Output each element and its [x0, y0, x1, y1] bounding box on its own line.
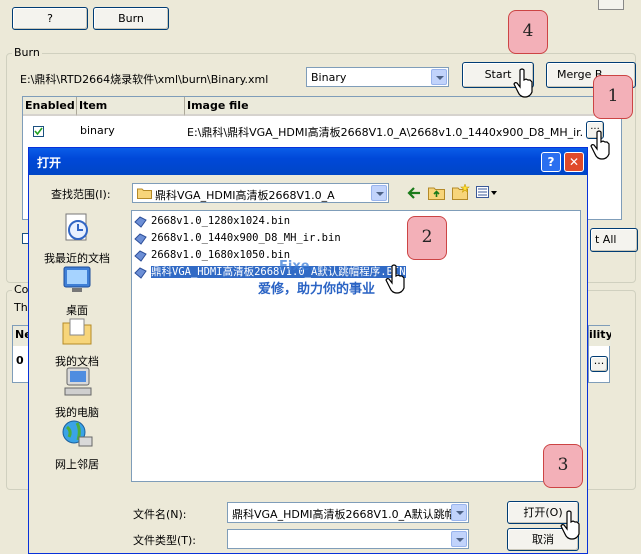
bin-file-icon: [134, 250, 147, 262]
binary-select-value: Binary: [311, 71, 347, 84]
question-button[interactable]: ?: [12, 7, 88, 30]
xml-path: E:\鼎科\RTD2664烧录软件\xml\burn\Binary.xml: [20, 73, 269, 86]
places-my-computer[interactable]: 我的电脑: [29, 366, 125, 420]
dialog-title: 打开: [37, 156, 62, 170]
chevron-down-icon[interactable]: [371, 185, 387, 201]
file-list: 2668v1.0_1280x1024.bin 2668v1.0_1440x900…: [131, 210, 581, 482]
lookin-value: 鼎科VGA_HDMI高清板2668V1.0_A: [155, 189, 335, 202]
places-my-documents[interactable]: 我的文档: [29, 315, 125, 369]
file-item[interactable]: 2668v1.0_1280x1024.bin: [132, 214, 290, 230]
config-col-ility: ility: [589, 326, 611, 346]
chevron-down-icon[interactable]: [431, 69, 447, 85]
step-badge-4: 4: [508, 10, 548, 54]
step-badge-2: 2: [407, 216, 447, 260]
table-row-item: binary: [80, 124, 115, 137]
chevron-down-icon[interactable]: [451, 531, 467, 547]
desktop-icon: [63, 266, 91, 292]
my-computer-icon: [64, 367, 92, 396]
scroll-button[interactable]: [598, 0, 624, 10]
file-name: 2668v1.0_1280x1024.bin: [151, 215, 291, 227]
burn-group-label: Burn: [12, 46, 42, 59]
network-places-icon: [62, 420, 93, 447]
filename-input[interactable]: 鼎科VGA_HDMI高清板2668V1.0_A默认跳帽程: [227, 502, 469, 523]
back-icon[interactable]: [406, 186, 422, 200]
my-documents-icon: [62, 318, 92, 345]
hand-cursor-icon: [560, 510, 580, 540]
filetype-label: 文件类型(T):: [133, 534, 197, 547]
new-folder-icon[interactable]: [452, 184, 470, 200]
bin-file-icon: [134, 267, 147, 279]
view-menu-icon[interactable]: [476, 186, 498, 199]
places-desktop[interactable]: 桌面: [29, 264, 125, 318]
folder-icon: [137, 188, 152, 199]
step-badge-1: 1: [593, 75, 633, 119]
file-item[interactable]: 2668v1.0_1680x1050.bin: [132, 248, 290, 264]
watermark-slogan: 爱修，助力你的事业: [258, 282, 376, 297]
filename-value: 鼎科VGA_HDMI高清板2668V1.0_A默认跳帽程: [232, 508, 467, 521]
places-network-label: 网上邻居: [55, 458, 99, 471]
config-row-zero: 0: [16, 354, 24, 367]
open-file-dialog: 打开 ? ✕ 查找范围(I): 鼎科VGA_HDMI高清板2668V1.0_A …: [28, 147, 588, 554]
col-image-file[interactable]: Image file: [185, 97, 623, 116]
places-recent[interactable]: 我最近的文档: [29, 212, 125, 266]
table-row-image: E:\鼎科\鼎科VGA_HDMI高清板2668V1.0_A\2668v1.0_1…: [187, 126, 583, 139]
chevron-down-icon[interactable]: [451, 504, 467, 521]
select-all-button[interactable]: t All: [590, 228, 638, 252]
filetype-select[interactable]: [227, 529, 469, 549]
config-table-right: ility ...: [588, 325, 611, 383]
file-name: 2668v1.0_1440x900_D8_MH_ir.bin: [151, 232, 341, 244]
check-icon: [34, 127, 43, 136]
file-item[interactable]: 2668v1.0_1440x900_D8_MH_ir.bin: [132, 231, 341, 247]
help-button[interactable]: ?: [541, 152, 561, 172]
bin-file-icon: [134, 233, 147, 245]
places-network[interactable]: 网上邻居: [29, 418, 125, 472]
dialog-titlebar: 打开 ? ✕: [29, 148, 587, 175]
up-folder-icon[interactable]: [428, 185, 446, 200]
config-browse-button[interactable]: ...: [590, 355, 608, 372]
config-text: Th: [14, 301, 28, 314]
burn-button[interactable]: Burn: [93, 7, 169, 30]
bin-file-icon: [134, 216, 147, 228]
watermark-logo: Fixe...: [279, 259, 325, 274]
hand-cursor-icon: [590, 130, 610, 160]
filename-label: 文件名(N):: [133, 508, 187, 521]
step-badge-3: 3: [543, 444, 583, 488]
file-name: 2668v1.0_1680x1050.bin: [151, 249, 291, 261]
col-item[interactable]: Item: [77, 97, 185, 116]
hand-cursor-icon: [385, 264, 405, 294]
col-enabled[interactable]: Enabled: [23, 97, 77, 116]
lookin-label: 查找范围(I):: [51, 188, 111, 201]
recent-documents-icon: [65, 213, 88, 241]
hand-cursor-icon: [513, 68, 533, 98]
enabled-checkbox[interactable]: [33, 126, 44, 137]
close-button[interactable]: ✕: [564, 152, 584, 172]
binary-select[interactable]: Binary: [306, 67, 449, 87]
lookin-select[interactable]: 鼎科VGA_HDMI高清板2668V1.0_A: [132, 183, 389, 203]
